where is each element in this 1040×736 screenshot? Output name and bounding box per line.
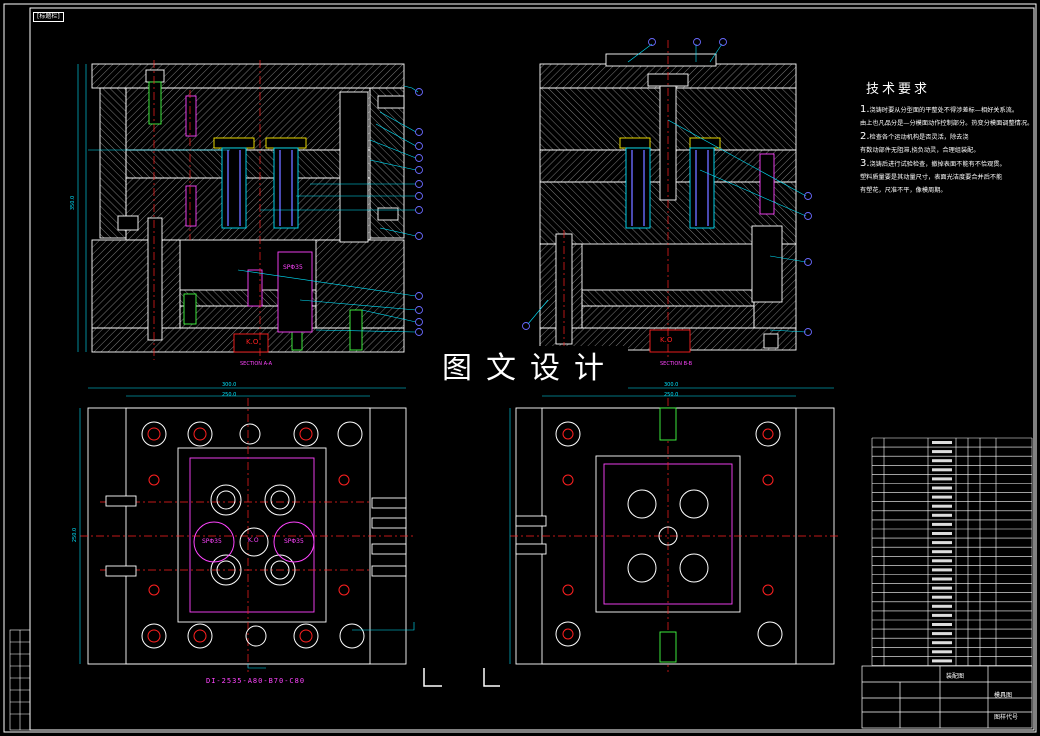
parts-row-fill [932, 486, 952, 490]
section-label-left: SECTION A-A [240, 361, 273, 367]
tech-requirements-list: 1.浇铸时要从分型面的平整处不得涉差标—相好关系流。 由上也凡品分是—分模面动作… [860, 104, 1034, 198]
parts-row-fill [932, 532, 952, 535]
parts-row-fill [932, 468, 952, 472]
top-clamp-plate [91, 63, 405, 89]
left-plan-holes [141, 421, 365, 649]
parts-row-fill [932, 604, 952, 608]
tech-item: 塑料质量要是其动量尺寸，表面光洁度要合并后不能 [860, 174, 1003, 182]
parts-row-fill [932, 595, 952, 599]
parts-row-fill [932, 650, 952, 654]
tech-item: 1.浇铸时要从分型面的平整处不得涉差标—相好关系流。 [860, 104, 1019, 115]
parts-row-fill [932, 613, 952, 617]
left-balloons [415, 88, 423, 336]
title-block-drawing-code: 图样代号 [994, 714, 1019, 721]
parts-row-fill [932, 641, 952, 645]
margin-table [9, 629, 31, 731]
left-plan-dims [79, 387, 415, 669]
part-label-spec3: SPΦ35 [284, 538, 304, 545]
tech-item: 2.检查各个运动机构是否灵活，除去浇 [860, 130, 969, 142]
dim-right-top-inner: 250.0 [664, 392, 679, 398]
parts-row-fill [932, 632, 952, 636]
tech-item: 有塑花，尺准不平，像模周期。 [860, 187, 947, 195]
parts-row-fill [932, 441, 952, 444]
part-label-spec2: SPΦ35 [202, 538, 222, 545]
title-block-drawing-label: 模具图 [994, 692, 1013, 699]
section-view-left [91, 63, 405, 353]
tech-item: 由上也凡品分是—分模面动作控制部分。热变分模面调整情况。 [860, 120, 1034, 128]
parts-row-fill [932, 550, 952, 554]
dim-left-height: 350.0 [70, 195, 77, 211]
title-block-drawing-name: 装配图 [946, 673, 965, 680]
part-label-k3: K.O [248, 537, 259, 544]
dim-left-side: 250.0 [72, 527, 79, 543]
dim-left-top-outer: 300.0 [222, 382, 237, 388]
tech-item: 3.浇铸后进行试验检查，撤掉表面不能有不恰观贯。 [860, 157, 1006, 169]
part-label-k1: K.O [246, 338, 259, 346]
parts-row-fill [932, 477, 952, 481]
parts-row-fill [932, 577, 952, 581]
parts-row-fill [932, 513, 952, 517]
parts-row-fill [932, 623, 952, 626]
parts-row-fill [932, 450, 952, 454]
watermark: 图文设计 [432, 346, 628, 392]
tech-requirements-title: 技术要求 [866, 82, 931, 97]
parts-row-fill [932, 541, 952, 545]
parts-row-fill [932, 522, 952, 526]
parts-row-fill [932, 504, 952, 508]
sheet-tag: [标题栏] [33, 12, 64, 22]
dim-right-top-outer: 300.0 [664, 382, 679, 388]
corner-mark-left [423, 668, 442, 687]
parts-row-fill [932, 495, 952, 499]
parts-row-fill [932, 568, 952, 572]
parts-list [871, 437, 1033, 666]
parts-row-fill [932, 659, 952, 663]
section-label-right: SECTION B-B [660, 361, 693, 367]
part-label-k2: K.O [660, 336, 673, 344]
dim-left-top-inner: 250.0 [222, 392, 237, 398]
corner-mark-right [483, 668, 500, 687]
mold-base-code: DI-2535-A80-B70-C80 [206, 677, 306, 685]
parts-row-fill [932, 586, 952, 590]
parts-row-fill [932, 559, 952, 563]
tech-item: 有数动部件无阻滞,挠负动灵，合理组装配。 [860, 147, 980, 155]
parts-row-fill [932, 459, 952, 463]
part-label-spec1: SPΦ35 [283, 264, 303, 271]
